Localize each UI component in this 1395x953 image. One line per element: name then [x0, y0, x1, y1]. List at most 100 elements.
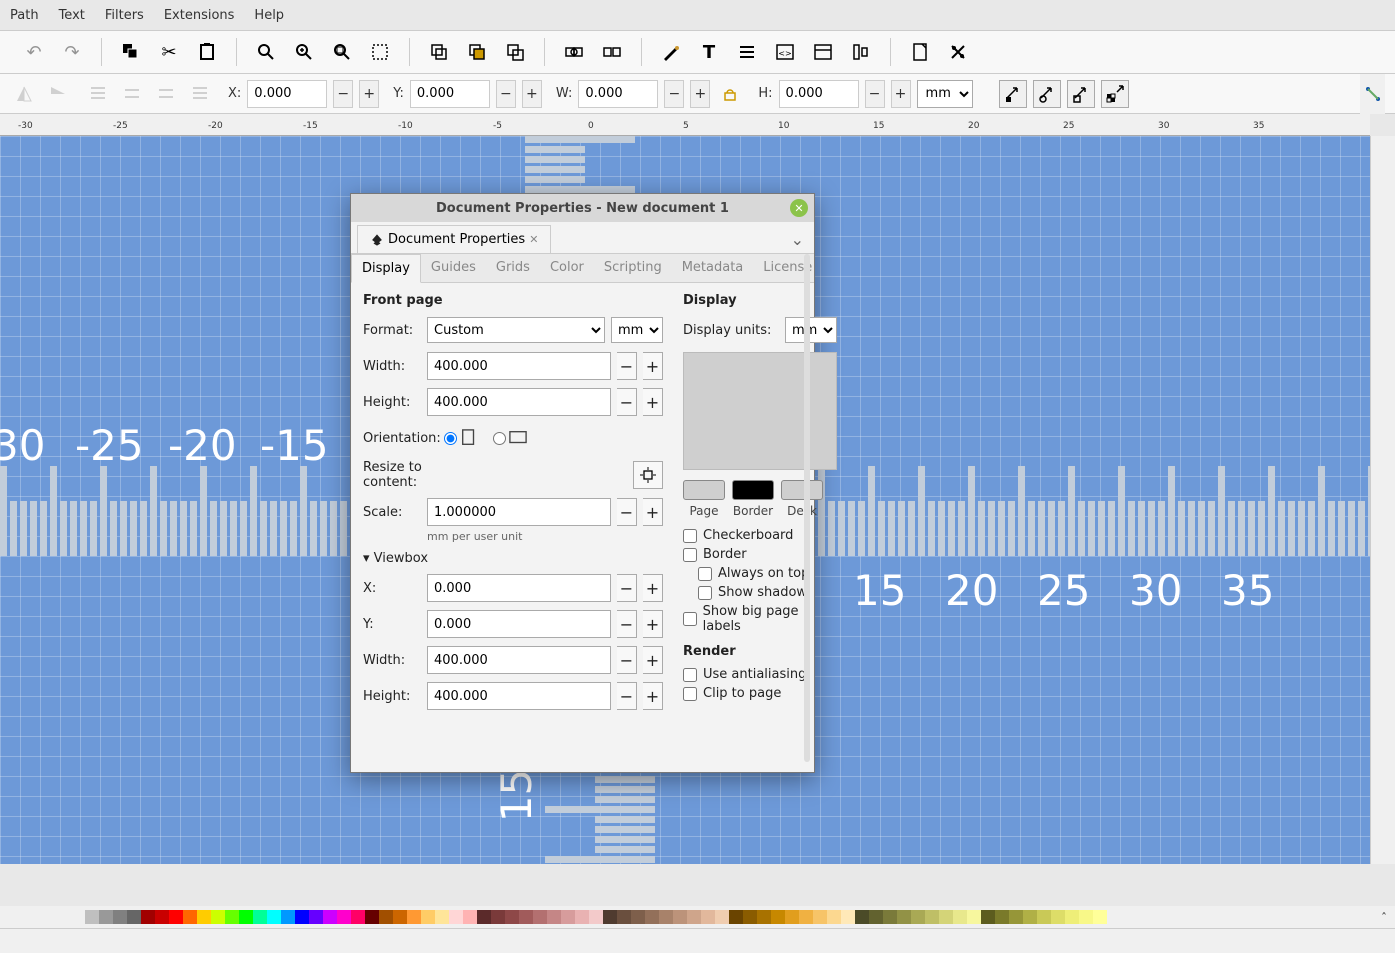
- vbh-decrement[interactable]: −: [617, 682, 637, 710]
- move-gradient-icon[interactable]: [1067, 80, 1095, 108]
- menu-extensions[interactable]: Extensions: [164, 8, 235, 23]
- unit-select[interactable]: mm: [917, 80, 973, 108]
- palette-swatch[interactable]: [1009, 910, 1023, 924]
- tab-grids[interactable]: Grids: [486, 254, 540, 282]
- y-increment[interactable]: +: [522, 80, 542, 108]
- dialog-tab[interactable]: Document Properties ✕: [357, 225, 551, 253]
- palette-swatch[interactable]: [85, 910, 99, 924]
- palette-swatch[interactable]: [505, 910, 519, 924]
- palette-swatch[interactable]: [253, 910, 267, 924]
- selectors-button[interactable]: [809, 38, 837, 66]
- palette-swatch[interactable]: [267, 910, 281, 924]
- palette-swatch[interactable]: [407, 910, 421, 924]
- palette-swatch[interactable]: [729, 910, 743, 924]
- vbh-increment[interactable]: +: [643, 682, 663, 710]
- palette-swatch[interactable]: [1065, 910, 1079, 924]
- x-input[interactable]: [247, 80, 327, 108]
- w-input[interactable]: [578, 80, 658, 108]
- palette-swatch[interactable]: [379, 910, 393, 924]
- y-input[interactable]: [410, 80, 490, 108]
- palette-swatch[interactable]: [323, 910, 337, 924]
- palette-swatch[interactable]: [561, 910, 575, 924]
- w-decrement[interactable]: −: [664, 80, 684, 108]
- palette-swatch[interactable]: [785, 910, 799, 924]
- palette-swatch[interactable]: [435, 910, 449, 924]
- lower-bottom-icon[interactable]: [186, 80, 214, 108]
- menu-path[interactable]: Path: [10, 8, 39, 23]
- text-button[interactable]: T: [695, 38, 723, 66]
- palette-swatch[interactable]: [533, 910, 547, 924]
- palette-swatch[interactable]: [603, 910, 617, 924]
- vbw-decrement[interactable]: −: [617, 646, 637, 674]
- palette-swatch[interactable]: [575, 910, 589, 924]
- palette-swatch[interactable]: [869, 910, 883, 924]
- palette-swatch[interactable]: [939, 910, 953, 924]
- vbx-input[interactable]: [427, 574, 611, 602]
- resize-to-content-button[interactable]: [633, 461, 663, 489]
- zoom-selection-button[interactable]: [328, 38, 356, 66]
- palette-swatch[interactable]: [715, 910, 729, 924]
- palette-swatch[interactable]: [799, 910, 813, 924]
- palette-swatch[interactable]: [225, 910, 239, 924]
- palette-swatch[interactable]: [155, 910, 169, 924]
- format-select[interactable]: Custom: [427, 317, 605, 343]
- palette-swatch[interactable]: [911, 910, 925, 924]
- palette-swatch[interactable]: [491, 910, 505, 924]
- vbx-decrement[interactable]: −: [617, 574, 637, 602]
- close-button[interactable]: ✕: [790, 199, 808, 217]
- vbw-input[interactable]: [427, 646, 611, 674]
- palette-swatch[interactable]: [1037, 910, 1051, 924]
- height-input[interactable]: [427, 388, 611, 416]
- palette-swatch[interactable]: [701, 910, 715, 924]
- scale-stroke-icon[interactable]: [999, 80, 1027, 108]
- palette-swatch[interactable]: [813, 910, 827, 924]
- menu-text[interactable]: Text: [59, 8, 85, 23]
- palette-swatch[interactable]: [113, 910, 127, 924]
- palette-swatch[interactable]: [477, 910, 491, 924]
- h-input[interactable]: [779, 80, 859, 108]
- palette-swatch[interactable]: [1051, 910, 1065, 924]
- h-decrement[interactable]: −: [865, 80, 885, 108]
- palette-swatch[interactable]: [183, 910, 197, 924]
- x-increment[interactable]: +: [359, 80, 379, 108]
- group-button[interactable]: [560, 38, 588, 66]
- vby-decrement[interactable]: −: [617, 610, 637, 638]
- palette-swatch[interactable]: [967, 910, 981, 924]
- palette-swatch[interactable]: [897, 910, 911, 924]
- lock-icon[interactable]: [716, 80, 744, 108]
- palette-swatch[interactable]: [197, 910, 211, 924]
- palette-swatch[interactable]: [337, 910, 351, 924]
- h-increment[interactable]: +: [891, 80, 911, 108]
- border-color-swatch[interactable]: [732, 480, 774, 500]
- desk-color-swatch[interactable]: [781, 480, 823, 500]
- scale-increment[interactable]: +: [643, 498, 663, 526]
- dialog-scrollbar[interactable]: [804, 254, 810, 762]
- palette-swatch[interactable]: [631, 910, 645, 924]
- show-shadow-checkbox[interactable]: Show shadow: [698, 585, 837, 600]
- close-tab-icon[interactable]: ✕: [529, 233, 538, 246]
- palette-swatch[interactable]: [841, 910, 855, 924]
- ungroup-button[interactable]: [598, 38, 626, 66]
- preferences-button[interactable]: [944, 38, 972, 66]
- unlink-clone-button[interactable]: [501, 38, 529, 66]
- palette-swatch[interactable]: [393, 910, 407, 924]
- palette-swatch[interactable]: [141, 910, 155, 924]
- palette-swatch[interactable]: [309, 910, 323, 924]
- palette-swatch[interactable]: [169, 910, 183, 924]
- display-units-select[interactable]: mm: [785, 317, 837, 343]
- tab-scripting[interactable]: Scripting: [594, 254, 672, 282]
- orientation-portrait[interactable]: [444, 429, 478, 447]
- undo-button[interactable]: ↶: [20, 38, 48, 66]
- vertical-scrollbar[interactable]: [1370, 136, 1395, 864]
- redo-button[interactable]: ↷: [58, 38, 86, 66]
- palette-swatch[interactable]: [953, 910, 967, 924]
- height-increment[interactable]: +: [643, 388, 663, 416]
- palette-swatch[interactable]: [351, 910, 365, 924]
- paste-button[interactable]: [193, 38, 221, 66]
- palette-swatch[interactable]: [617, 910, 631, 924]
- palette-swatch[interactable]: [757, 910, 771, 924]
- palette-swatch[interactable]: [1093, 910, 1107, 924]
- fill-stroke-button[interactable]: [657, 38, 685, 66]
- border-checkbox[interactable]: Border: [683, 547, 837, 562]
- tab-license[interactable]: License: [753, 254, 822, 282]
